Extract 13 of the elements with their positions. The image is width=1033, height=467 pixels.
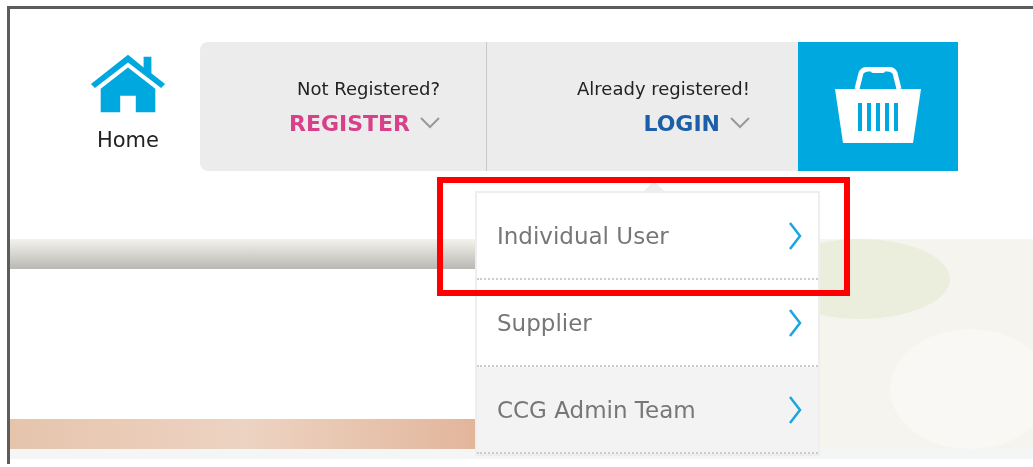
register-prompt: Not Registered? xyxy=(296,77,440,99)
login-prompt: Already registered! xyxy=(577,77,750,99)
chevron-down-icon xyxy=(730,117,750,129)
chevron-right-icon xyxy=(788,221,802,250)
basket-button[interactable] xyxy=(798,42,958,171)
chevron-right-icon xyxy=(788,308,802,337)
register-link[interactable]: REGISTER xyxy=(288,110,440,136)
home-icon xyxy=(89,52,167,114)
home-link[interactable]: Home xyxy=(78,42,178,171)
login-link[interactable]: LOGIN xyxy=(643,110,750,136)
menu-item[interactable]: CCG Admin Team xyxy=(477,367,818,454)
chevron-right-icon xyxy=(788,395,802,424)
chevron-down-icon xyxy=(420,117,440,129)
